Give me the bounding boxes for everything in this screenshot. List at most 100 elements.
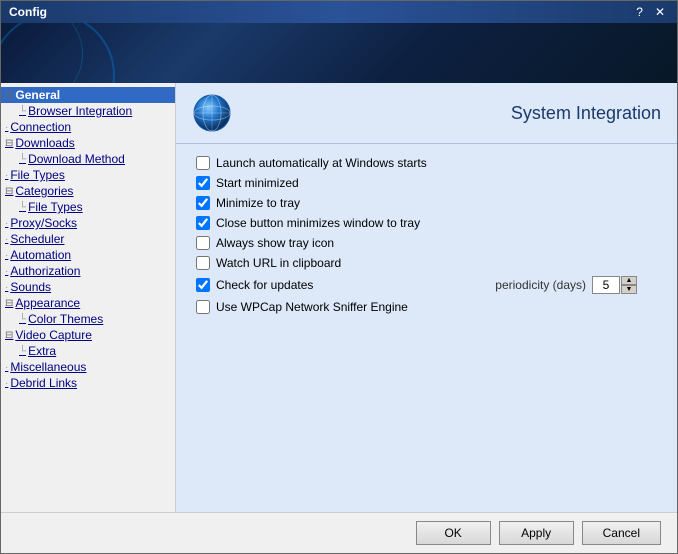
footer: OK Apply Cancel bbox=[1, 512, 677, 553]
sidebar-item-label: Debrid Links bbox=[10, 376, 77, 390]
sidebar-item-downloads[interactable]: ⊟Downloads bbox=[1, 135, 175, 151]
sidebar-item-categories-file-types[interactable]: └File Types bbox=[1, 199, 175, 215]
option-row-use-wpcap: Use WPCap Network Sniffer Engine bbox=[196, 300, 657, 314]
option-label-always-show-tray: Always show tray icon bbox=[216, 236, 334, 250]
sidebar-item-label: File Types bbox=[28, 200, 82, 214]
sidebar-item-debrid-links[interactable]: ·Debrid Links bbox=[1, 375, 175, 391]
sidebar-item-video-capture[interactable]: ⊟Video Capture bbox=[1, 327, 175, 343]
sidebar-item-automation[interactable]: ·Automation bbox=[1, 247, 175, 263]
sidebar-item-label: Downloads bbox=[15, 136, 74, 150]
expand-icon: ⊟ bbox=[1, 138, 13, 149]
option-label-close-minimizes: Close button minimizes window to tray bbox=[216, 216, 420, 230]
banner bbox=[1, 23, 677, 83]
sidebar-item-sounds[interactable]: ·Sounds bbox=[1, 279, 175, 295]
sidebar-item-file-types[interactable]: ·File Types bbox=[1, 167, 175, 183]
right-panel: System Integration Launch automatically … bbox=[176, 83, 677, 512]
dash-icon: · bbox=[1, 266, 8, 277]
option-row-watch-url: Watch URL in clipboard bbox=[196, 256, 657, 270]
expand-icon: ⊟ bbox=[1, 186, 13, 197]
checkbox-start-minimized[interactable] bbox=[196, 176, 210, 190]
sidebar-item-miscellaneous[interactable]: ·Miscellaneous bbox=[1, 359, 175, 375]
periodicity-text: periodicity (days) bbox=[495, 278, 586, 292]
expand-icon: ⊟ bbox=[1, 298, 13, 309]
sidebar-item-label: Video Capture bbox=[15, 328, 92, 342]
sidebar-item-browser-integration[interactable]: └Browser Integration bbox=[1, 103, 175, 119]
sidebar-item-label: Scheduler bbox=[10, 232, 64, 246]
help-button[interactable]: ? bbox=[632, 5, 647, 19]
spin-up-button[interactable]: ▲ bbox=[621, 276, 637, 285]
sidebar-item-label: Connection bbox=[10, 120, 71, 134]
close-button[interactable]: ✕ bbox=[651, 5, 669, 19]
connector-icon: └ bbox=[1, 314, 26, 325]
sidebar-item-label: Proxy/Socks bbox=[10, 216, 77, 230]
option-label-minimize-tray: Minimize to tray bbox=[216, 196, 300, 210]
sidebar-item-download-method[interactable]: └Download Method bbox=[1, 151, 175, 167]
sidebar-item-label: Browser Integration bbox=[28, 104, 132, 118]
sidebar-item-label: Extra bbox=[28, 344, 56, 358]
dash-icon: · bbox=[1, 122, 8, 133]
checkbox-close-minimizes[interactable] bbox=[196, 216, 210, 230]
option-row-always-show-tray: Always show tray icon bbox=[196, 236, 657, 250]
connector-icon: └ bbox=[1, 154, 26, 165]
dash-icon: · bbox=[1, 282, 8, 293]
periodicity-input[interactable] bbox=[592, 276, 620, 294]
option-label-launch-auto: Launch automatically at Windows starts bbox=[216, 156, 427, 170]
sidebar-item-extra[interactable]: └Extra bbox=[1, 343, 175, 359]
sidebar-item-scheduler[interactable]: ·Scheduler bbox=[1, 231, 175, 247]
sidebar-item-label: Appearance bbox=[15, 296, 80, 310]
checkbox-always-show-tray[interactable] bbox=[196, 236, 210, 250]
panel-header: System Integration bbox=[176, 83, 677, 144]
spin-down-button[interactable]: ▼ bbox=[621, 285, 637, 294]
globe-icon bbox=[192, 93, 232, 133]
sidebar-item-label: Automation bbox=[10, 248, 71, 262]
option-row-minimize-tray: Minimize to tray bbox=[196, 196, 657, 210]
config-window: Config ? ✕ ⊟General└Browser Integration·… bbox=[0, 0, 678, 554]
sidebar-item-label: Sounds bbox=[10, 280, 51, 294]
checkbox-watch-url[interactable] bbox=[196, 256, 210, 270]
ok-button[interactable]: OK bbox=[416, 521, 491, 545]
sidebar-item-general[interactable]: ⊟General bbox=[1, 87, 175, 103]
sidebar-item-label: Categories bbox=[15, 184, 73, 198]
option-label-watch-url: Watch URL in clipboard bbox=[216, 256, 341, 270]
option-row-launch-auto: Launch automatically at Windows starts bbox=[196, 156, 657, 170]
option-row-close-minimizes: Close button minimizes window to tray bbox=[196, 216, 657, 230]
cancel-button[interactable]: Cancel bbox=[582, 521, 661, 545]
panel-body: Launch automatically at Windows starts S… bbox=[176, 144, 677, 512]
option-label-start-minimized: Start minimized bbox=[216, 176, 299, 190]
connector-icon: └ bbox=[1, 202, 26, 213]
option-label-use-wpcap: Use WPCap Network Sniffer Engine bbox=[216, 300, 408, 314]
sidebar-item-connection[interactable]: ·Connection bbox=[1, 119, 175, 135]
window-title: Config bbox=[9, 5, 47, 19]
checkbox-check-updates[interactable] bbox=[196, 278, 210, 292]
panel-title: System Integration bbox=[511, 103, 661, 124]
connector-icon: └ bbox=[1, 106, 26, 117]
checkbox-minimize-tray[interactable] bbox=[196, 196, 210, 210]
sidebar-item-appearance[interactable]: ⊟Appearance bbox=[1, 295, 175, 311]
sidebar-item-label: Authorization bbox=[10, 264, 80, 278]
dash-icon: · bbox=[1, 250, 8, 261]
title-bar: Config ? ✕ bbox=[1, 1, 677, 23]
dash-icon: · bbox=[1, 218, 8, 229]
option-row-start-minimized: Start minimized bbox=[196, 176, 657, 190]
dash-icon: · bbox=[1, 378, 8, 389]
main-content: ⊟General└Browser Integration·Connection⊟… bbox=[1, 83, 677, 512]
sidebar-item-label: File Types bbox=[10, 168, 64, 182]
sidebar-item-categories[interactable]: ⊟Categories bbox=[1, 183, 175, 199]
expand-icon: ⊟ bbox=[1, 330, 13, 341]
sidebar-item-label: Color Themes bbox=[28, 312, 103, 326]
checkbox-use-wpcap[interactable] bbox=[196, 300, 210, 314]
dash-icon: · bbox=[1, 170, 8, 181]
periodicity-controls: periodicity (days) ▲ ▼ bbox=[495, 276, 637, 294]
dash-icon: · bbox=[1, 234, 8, 245]
connector-icon: └ bbox=[1, 346, 26, 357]
spin-buttons: ▲ ▼ bbox=[621, 276, 637, 294]
sidebar-item-authorization[interactable]: ·Authorization bbox=[1, 263, 175, 279]
apply-button[interactable]: Apply bbox=[499, 521, 574, 545]
sidebar-item-color-themes[interactable]: └Color Themes bbox=[1, 311, 175, 327]
option-label-check-updates: Check for updates bbox=[216, 278, 313, 292]
checkbox-launch-auto[interactable] bbox=[196, 156, 210, 170]
expand-icon: ⊟ bbox=[1, 90, 13, 101]
sidebar-item-proxy-socks[interactable]: ·Proxy/Socks bbox=[1, 215, 175, 231]
sidebar-item-label: General bbox=[15, 88, 60, 102]
dash-icon: · bbox=[1, 362, 8, 373]
